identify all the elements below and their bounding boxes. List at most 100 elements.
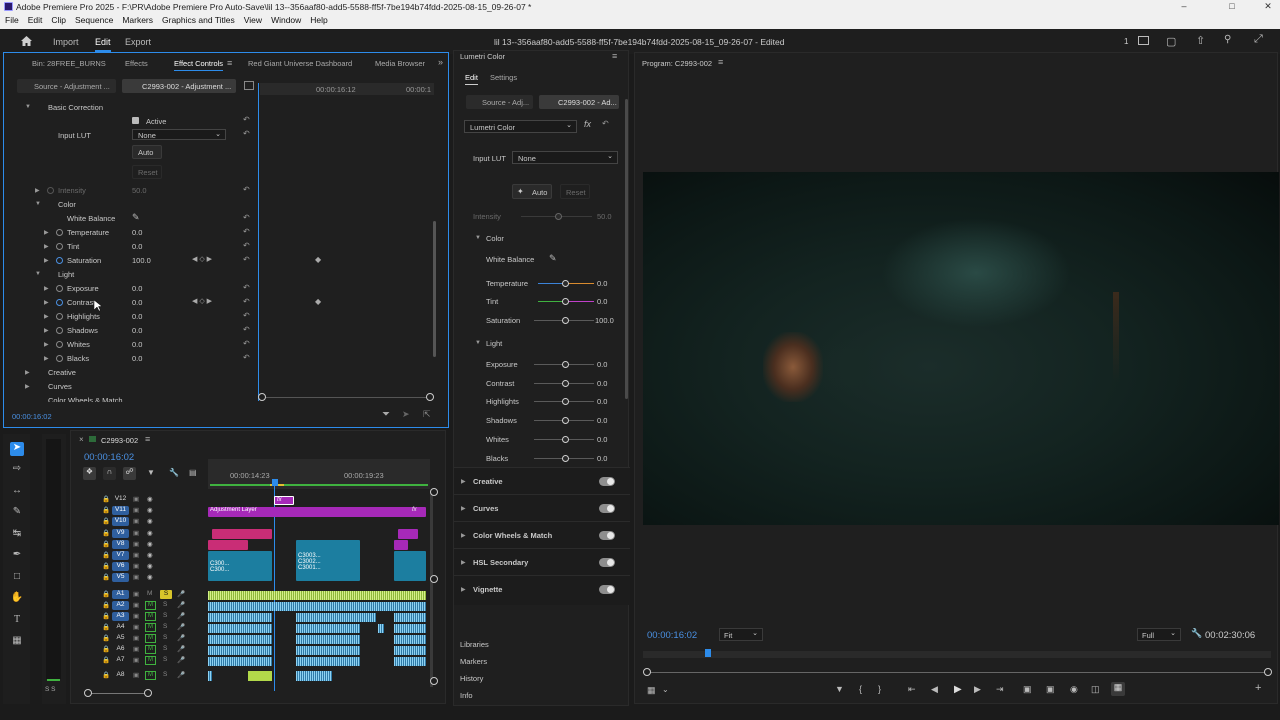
slider-knob[interactable] [562, 298, 569, 305]
eye-icon[interactable]: ◉ [147, 573, 153, 581]
fullscreen-icon[interactable]: ⤢ [1254, 33, 1263, 46]
tab-edit[interactable]: Edit [95, 37, 111, 52]
section-toggle[interactable] [599, 531, 615, 540]
close-icon[interactable]: ✕ [1260, 1, 1276, 13]
blacks-value[interactable]: 0.0 [132, 354, 142, 363]
panel-menu-icon[interactable]: ≡ [718, 57, 723, 67]
tab-media-browser[interactable]: Media Browser [375, 59, 425, 68]
wrench-icon[interactable]: 🔧 [169, 468, 179, 477]
solo-button[interactable]: S [160, 590, 172, 599]
menu-view[interactable]: View [239, 14, 266, 25]
keyframe-icon[interactable]: ◆ [315, 255, 321, 264]
expand-arrow-icon[interactable]: ▶ [44, 229, 49, 236]
panel-layout-icon[interactable] [1138, 36, 1149, 45]
add-marker-icon[interactable]: ▼ [147, 468, 155, 477]
expand-arrow-icon[interactable]: ▶ [44, 341, 49, 348]
type-tool-icon[interactable]: T [10, 614, 24, 628]
microphone-icon[interactable]: 🎤 [177, 671, 185, 679]
track-select-tool-icon[interactable]: ⇨ [10, 463, 24, 477]
lumetri-contrast-value[interactable]: 0.0 [597, 379, 607, 388]
timeline-ruler[interactable]: 00:00:14:23 00:00:19:23 [208, 459, 430, 489]
menu-markers[interactable]: Markers [117, 14, 157, 25]
tab-bin[interactable]: Bin: 28FREE_BURNS [32, 59, 106, 68]
slider-knob[interactable] [562, 280, 569, 287]
saturation-value[interactable]: 100.0 [132, 256, 151, 265]
ripple-edit-tool-icon[interactable]: ↔ [10, 485, 24, 499]
audio-clip-a7[interactable] [208, 657, 272, 666]
sync-lock-icon[interactable]: ▣ [133, 506, 139, 514]
ec-playhead[interactable] [258, 83, 259, 401]
mute-button[interactable]: M [145, 634, 156, 643]
track-a1[interactable]: A1 [112, 590, 129, 599]
audio-clip-a5[interactable] [208, 635, 272, 644]
track-v6[interactable]: V6 [112, 562, 129, 571]
lumetri-source-tab[interactable]: Source - Adj... [466, 95, 533, 109]
zoom-handle-right[interactable] [426, 393, 434, 401]
lumetri-whites-value[interactable]: 0.0 [597, 435, 607, 444]
audio-clip-a7[interactable] [394, 657, 426, 666]
timeline-playhead-head[interactable] [272, 479, 278, 486]
reset-icon[interactable]: ↶ [243, 297, 250, 306]
home-icon[interactable] [20, 35, 33, 47]
program-mini-ruler[interactable] [643, 651, 1271, 658]
contrast-value[interactable]: 0.0 [132, 298, 142, 307]
audio-clip-a8[interactable] [208, 671, 212, 681]
track-a5[interactable]: A5 [112, 634, 129, 643]
tab-effect-controls[interactable]: Effect Controls [174, 59, 224, 71]
lock-icon[interactable]: 🔒 [102, 612, 110, 620]
lock-icon[interactable]: 🔒 [102, 540, 110, 548]
expand-arrow-icon[interactable]: ▶ [44, 355, 49, 362]
quick-export-icon[interactable]: ▢ [1166, 35, 1176, 48]
solo-button[interactable]: S [163, 656, 167, 663]
pen-tool-icon[interactable]: ✒ [10, 549, 24, 563]
menu-clip[interactable]: Clip [46, 14, 70, 25]
reset-icon[interactable]: ↶ [243, 353, 250, 362]
ec-time-ruler[interactable]: 00:00:16:12 00:00:1 [260, 83, 434, 95]
curves-section[interactable]: Curves [48, 382, 72, 391]
sync-lock-icon[interactable]: ▣ [133, 671, 139, 679]
expand-arrow-icon[interactable]: ▶ [35, 187, 40, 194]
exposure-value[interactable]: 0.0 [132, 284, 142, 293]
lock-icon[interactable]: 🔒 [102, 623, 110, 631]
rectangle-tool-icon[interactable]: □ [10, 571, 24, 585]
slider-knob[interactable] [562, 417, 569, 424]
slider-knob[interactable] [562, 317, 569, 324]
eye-icon[interactable]: ◉ [147, 517, 153, 525]
solo-button[interactable]: S [163, 623, 167, 630]
panel-markers[interactable]: Markers [460, 657, 487, 666]
expand-arrow-icon[interactable]: ▶ [44, 257, 49, 264]
section-toggle[interactable] [599, 477, 615, 486]
lumetri-scrollbar[interactable] [625, 99, 628, 399]
reset-icon[interactable]: ↶ [243, 129, 250, 138]
wrench-icon[interactable]: 🔧 [1191, 628, 1202, 639]
whites-value[interactable]: 0.0 [132, 340, 142, 349]
audio-clip-a4[interactable] [394, 624, 426, 633]
input-lut-select[interactable]: None ⌄ [132, 129, 226, 140]
lock-icon[interactable]: 🔒 [102, 529, 110, 537]
slider-knob[interactable] [562, 455, 569, 462]
mute-button[interactable]: M [145, 623, 156, 632]
stopwatch-icon[interactable] [56, 285, 63, 292]
expand-arrow-icon[interactable]: ▶ [44, 285, 49, 292]
menu-edit[interactable]: Edit [23, 14, 47, 25]
tab-import[interactable]: Import [53, 37, 79, 47]
keyframe-nav-icon[interactable]: ◀ ◇ ▶ [192, 297, 212, 305]
reset-icon[interactable]: ↶ [243, 255, 250, 264]
sync-lock-icon[interactable]: ▣ [133, 562, 139, 570]
lumetri-highlights-value[interactable]: 0.0 [597, 397, 607, 406]
track-v11[interactable]: V11 [112, 506, 129, 515]
section-vignette[interactable]: ▶ Vignette [454, 575, 630, 602]
program-timecode[interactable]: 00:00:16:02 [647, 630, 697, 641]
lumetri-blacks-value[interactable]: 0.0 [597, 454, 607, 463]
audio-clip-a8[interactable] [248, 671, 272, 681]
eye-icon[interactable]: ◉ [147, 495, 153, 503]
mute-button[interactable]: M [147, 590, 152, 597]
stopwatch-icon[interactable] [56, 299, 63, 306]
zoom-handle-right[interactable] [144, 689, 152, 697]
eye-icon[interactable]: ◉ [147, 506, 153, 514]
creative-section[interactable]: Creative [48, 368, 76, 377]
section-curves[interactable]: ▶ Curves [454, 494, 630, 521]
snap-icon[interactable]: ∩ [103, 467, 116, 480]
caption-tool-icon[interactable]: ▦ [10, 635, 24, 649]
solo-button[interactable]: S [163, 645, 167, 652]
